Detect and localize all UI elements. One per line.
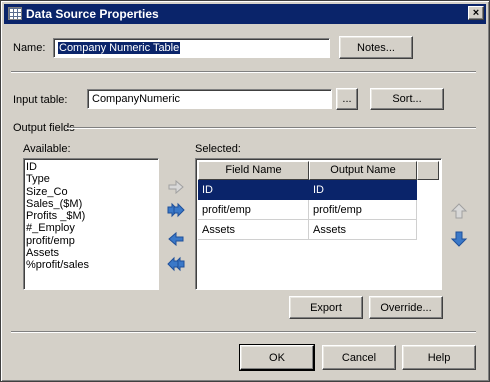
close-button[interactable]: × [468,6,484,20]
column-header-filler [417,161,439,180]
dialog-title: Data Source Properties [26,7,159,21]
available-label: Available: [23,143,71,155]
list-item[interactable]: Profits _$M) [26,210,156,222]
list-item[interactable]: profit/emp [26,235,156,247]
input-table-field[interactable]: CompanyNumeric [87,89,332,109]
available-list[interactable]: ID Type Size_Co Sales_($M) Profits _$M) … [23,158,159,290]
table-cell[interactable]: ID [309,180,417,200]
selected-grid[interactable]: Field Name Output Name ID ID profit/emp … [195,158,442,290]
table-cell[interactable]: profit/emp [198,200,309,220]
name-label: Name: [13,42,46,54]
list-item[interactable]: #_Employ [26,222,156,234]
name-field[interactable]: Company Numeric Table [53,38,330,58]
arrow-down-icon[interactable] [450,230,468,248]
export-button[interactable]: Export [289,296,363,319]
table-cell[interactable]: profit/emp [309,200,417,220]
input-table-label: Input table: [13,94,68,106]
list-item[interactable]: ID [26,161,156,173]
list-item[interactable]: Size_Co [26,186,156,198]
title-bar[interactable]: Data Source Properties × [4,4,486,24]
arrow-up-icon[interactable] [450,202,468,220]
list-item[interactable]: %profit/sales [26,259,156,271]
table-cell[interactable]: ID [198,180,309,200]
arrow-right-icon[interactable] [167,179,185,195]
column-header-output-name[interactable]: Output Name [309,161,417,180]
arrow-left-icon[interactable] [167,231,185,247]
separator-bottom [11,331,476,333]
list-item[interactable]: Type [26,173,156,185]
cancel-button[interactable]: Cancel [322,345,396,370]
double-arrow-right-icon[interactable] [167,202,185,218]
table-icon [8,7,22,20]
double-arrow-left-icon[interactable] [167,256,185,272]
help-button[interactable]: Help [402,345,476,370]
notes-button[interactable]: Notes... [339,36,413,59]
separator-output [67,127,476,129]
list-item[interactable]: Assets [26,247,156,259]
sort-button[interactable]: Sort... [370,88,444,110]
dialog-window: Data Source Properties × Name: Company N… [0,0,490,382]
separator-top [11,71,476,73]
browse-button[interactable]: ... [336,88,358,110]
list-item[interactable]: Sales_($M) [26,198,156,210]
selected-label: Selected: [195,143,241,155]
ok-button[interactable]: OK [239,344,315,371]
column-header-field-name[interactable]: Field Name [198,161,309,180]
name-value: Company Numeric Table [58,42,181,54]
output-fields-label: Output fields [13,122,75,134]
table-cell[interactable]: Assets [198,220,309,240]
override-button[interactable]: Override... [369,296,443,319]
table-cell[interactable]: Assets [309,220,417,240]
